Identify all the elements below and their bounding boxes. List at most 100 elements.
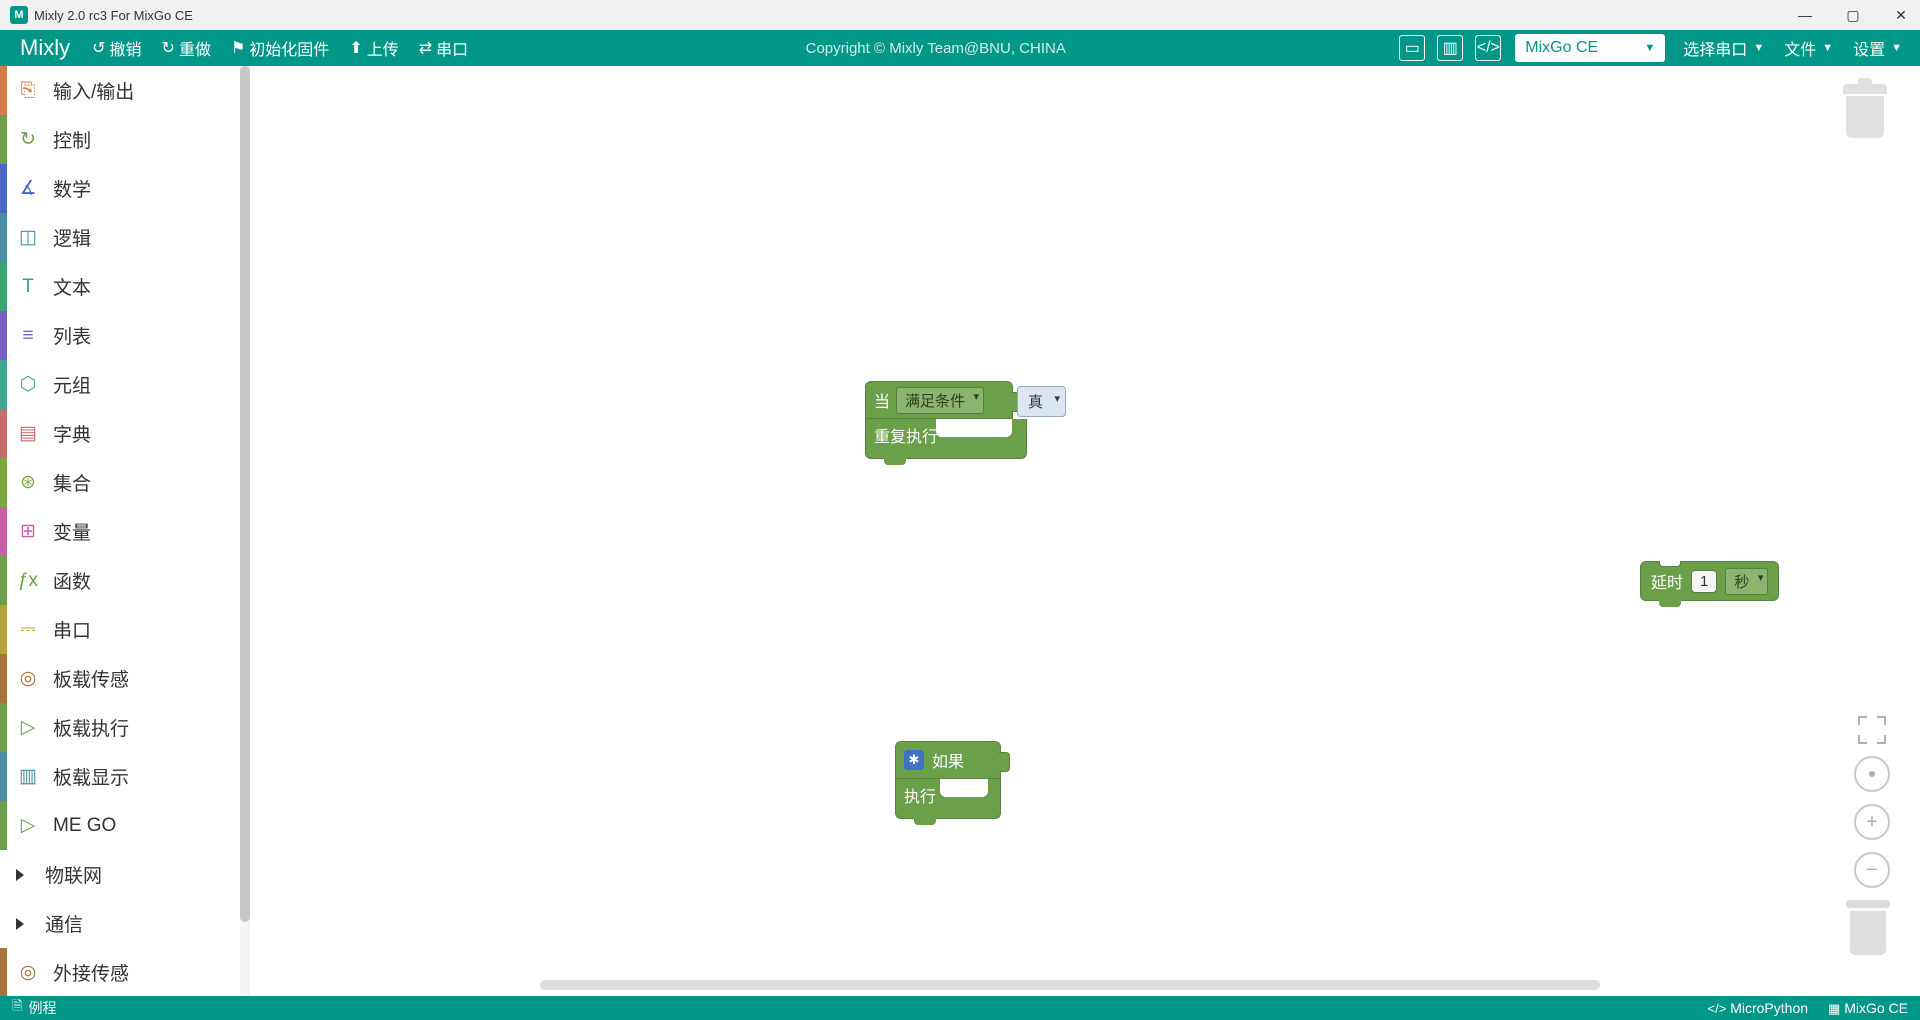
category-label: 板载传感 xyxy=(49,665,129,692)
category-icon: ≡ xyxy=(7,325,49,347)
category-icon xyxy=(7,918,41,930)
category-5[interactable]: ≡列表 xyxy=(0,311,250,360)
status-lang: </> MicroPython xyxy=(1708,1000,1809,1016)
delay-unit-dropdown[interactable]: 秒 xyxy=(1725,568,1768,595)
category-18[interactable]: ◎外接传感 xyxy=(0,948,250,996)
workspace-controls: + − xyxy=(1854,716,1890,888)
category-4[interactable]: T文本 xyxy=(0,262,250,311)
category-color-bar xyxy=(0,752,7,801)
category-14[interactable]: ▥板载显示 xyxy=(0,752,250,801)
while-condition-dropdown[interactable]: 满足条件 xyxy=(896,387,984,414)
code-toggle[interactable]: </> xyxy=(1475,35,1501,61)
while-when-label: 当 xyxy=(874,388,890,412)
category-label: 串口 xyxy=(49,616,91,643)
category-label: 变量 xyxy=(49,518,91,545)
gear-icon[interactable]: ✱ xyxy=(904,750,924,770)
category-15[interactable]: ▷ME GO xyxy=(0,801,250,850)
delay-block[interactable]: 延时 1 秒 xyxy=(1640,561,1779,601)
category-label: 集合 xyxy=(49,469,91,496)
category-11[interactable]: ⎓串口 xyxy=(0,605,250,654)
close-button[interactable]: ✕ xyxy=(1892,7,1910,24)
category-icon: ⊛ xyxy=(7,471,49,494)
if-do-label: 执行 xyxy=(904,789,936,806)
maximize-button[interactable]: ▢ xyxy=(1844,7,1862,24)
settings-menu[interactable]: 设置▼ xyxy=(1843,36,1912,60)
chevron-down-icon: ▼ xyxy=(1644,42,1655,54)
fullscreen-button[interactable] xyxy=(1858,716,1886,744)
category-label: 字典 xyxy=(49,420,91,447)
redo-icon: ↻ xyxy=(162,38,175,58)
category-label: 外接传感 xyxy=(49,959,129,986)
delay-value-input[interactable]: 1 xyxy=(1691,570,1717,593)
serial-icon: ⇄ xyxy=(419,38,432,58)
category-12[interactable]: ◎板载传感 xyxy=(0,654,250,703)
center-button[interactable] xyxy=(1854,756,1890,792)
undo-icon: ↺ xyxy=(92,38,105,58)
zoom-out-button[interactable]: − xyxy=(1854,852,1890,888)
trash-icon[interactable] xyxy=(1846,900,1890,956)
while-block[interactable]: 当 满足条件 重复执行 xyxy=(865,381,1027,459)
category-color-bar xyxy=(0,605,7,654)
category-icon: ⊞ xyxy=(7,520,49,543)
workspace[interactable]: 当 满足条件 重复执行 真 ✱ 如果 执行 延时 1 秒 xyxy=(250,66,1920,996)
code-icon: </> xyxy=(1708,1001,1727,1016)
category-color-bar xyxy=(0,948,7,996)
title-bar: M Mixly 2.0 rc3 For MixGo CE — ▢ ✕ xyxy=(0,0,1920,30)
category-label: ME GO xyxy=(49,815,116,837)
init-firmware-button[interactable]: ⚑初始化固件 xyxy=(221,30,339,66)
category-color-bar xyxy=(0,360,7,409)
minimize-button[interactable]: — xyxy=(1796,7,1814,24)
copyright-text: Copyright © Mixly Team@BNU, CHINA xyxy=(806,40,1066,57)
sidebar-scrollbar-thumb[interactable] xyxy=(240,66,250,922)
layout-toggle-2[interactable]: ▥ xyxy=(1437,35,1463,61)
category-color-bar xyxy=(0,164,7,213)
category-label: 列表 xyxy=(49,322,91,349)
category-color-bar xyxy=(0,703,7,752)
status-example[interactable]: 例程 xyxy=(28,998,56,1018)
window-controls: — ▢ ✕ xyxy=(1796,7,1910,24)
category-color-bar xyxy=(0,458,7,507)
category-1[interactable]: ↻控制 xyxy=(0,115,250,164)
upload-button[interactable]: ⬆上传 xyxy=(339,30,408,66)
serial-button[interactable]: ⇄串口 xyxy=(409,30,478,66)
category-icon: ▷ xyxy=(7,716,49,739)
port-select[interactable]: 选择串口▼ xyxy=(1673,36,1774,60)
upload-icon: ⬆ xyxy=(349,38,362,58)
category-7[interactable]: ▤字典 xyxy=(0,409,250,458)
category-9[interactable]: ⊞变量 xyxy=(0,507,250,556)
if-label: 如果 xyxy=(932,748,964,772)
example-icon: 🗎 xyxy=(12,997,22,1019)
category-label: 通信 xyxy=(41,910,83,937)
category-6[interactable]: ⬡元组 xyxy=(0,360,250,409)
file-menu[interactable]: 文件▼ xyxy=(1774,36,1843,60)
undo-button[interactable]: ↺撤销 xyxy=(82,30,151,66)
category-13[interactable]: ▷板载执行 xyxy=(0,703,250,752)
category-icon: T xyxy=(7,276,49,298)
backpack-icon[interactable] xyxy=(1840,84,1890,144)
category-icon: ◎ xyxy=(7,667,49,690)
category-2[interactable]: ∡数学 xyxy=(0,164,250,213)
category-10[interactable]: ƒx函数 xyxy=(0,556,250,605)
category-0[interactable]: ⎘输入/输出 xyxy=(0,66,250,115)
category-icon: ⎘ xyxy=(7,80,49,102)
layout-toggle-1[interactable]: ▭ xyxy=(1399,35,1425,61)
category-color-bar xyxy=(0,409,7,458)
board-select[interactable]: MixGo CE▼ xyxy=(1515,34,1665,62)
category-icon: ▤ xyxy=(7,422,49,445)
while-repeat-label: 重复执行 xyxy=(874,423,938,447)
category-label: 逻辑 xyxy=(49,224,91,251)
status-bar: 🗎 例程 </> MicroPython ▦ MixGo CE xyxy=(0,996,1920,1020)
category-label: 控制 xyxy=(49,126,91,153)
category-icon: ▥ xyxy=(7,765,49,788)
redo-button[interactable]: ↻重做 xyxy=(152,30,221,66)
workspace-h-scrollbar[interactable] xyxy=(540,980,1600,990)
category-17[interactable]: 通信 xyxy=(0,899,250,948)
chevron-down-icon: ▼ xyxy=(1891,42,1902,54)
category-3[interactable]: ◫逻辑 xyxy=(0,213,250,262)
true-value-block[interactable]: 真 xyxy=(1017,386,1066,417)
category-8[interactable]: ⊛集合 xyxy=(0,458,250,507)
category-color-bar xyxy=(0,262,7,311)
if-block[interactable]: ✱ 如果 执行 xyxy=(895,741,1001,819)
category-16[interactable]: 物联网 xyxy=(0,850,250,899)
zoom-in-button[interactable]: + xyxy=(1854,804,1890,840)
